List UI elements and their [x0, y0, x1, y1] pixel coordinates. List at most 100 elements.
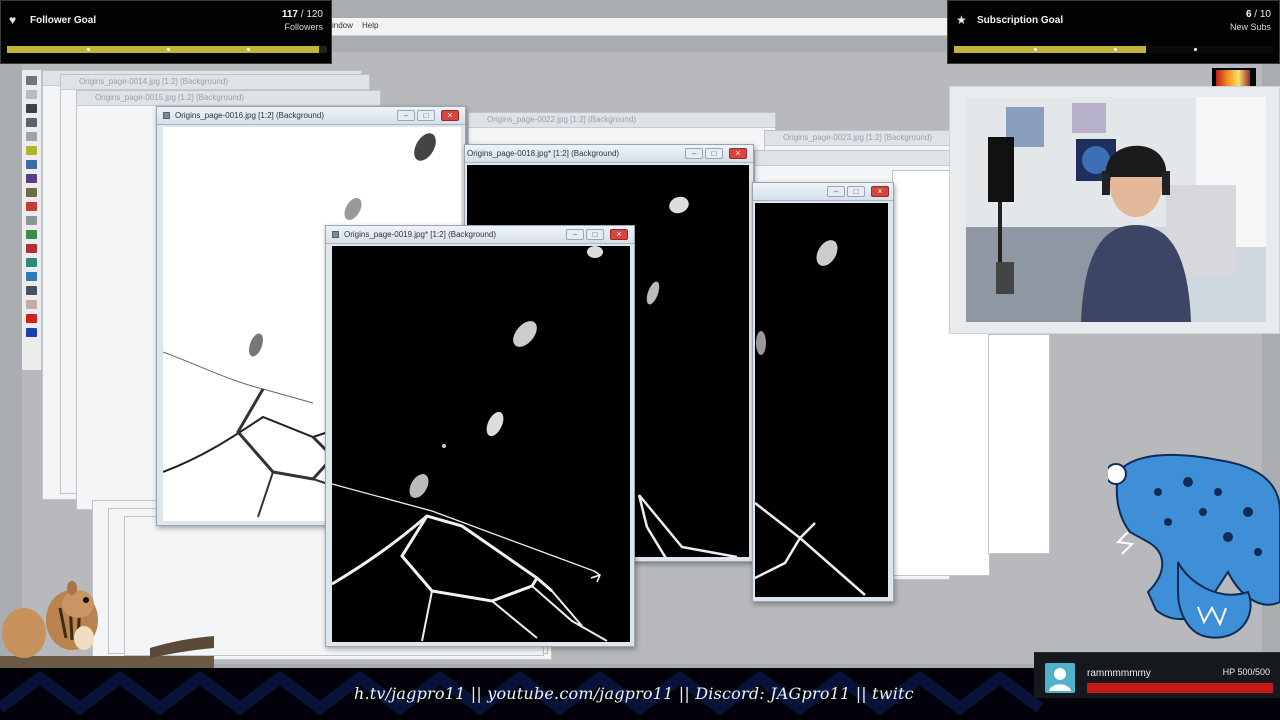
lasso-tool-icon[interactable] [26, 146, 37, 155]
maximize-icon: □ [423, 111, 429, 120]
color-palette[interactable] [1212, 68, 1256, 88]
user-avatar-icon [1045, 663, 1075, 693]
maximize-icon: □ [853, 187, 859, 196]
progress-marker [1034, 48, 1037, 51]
minimize-icon: – [403, 111, 409, 120]
star-icon: ★ [956, 13, 967, 27]
close-button[interactable]: × [441, 110, 459, 121]
minimize-button[interactable]: – [566, 229, 584, 240]
image-canvas[interactable] [332, 246, 630, 642]
webcam-feed [949, 86, 1280, 334]
ghost-window-title: Origins_page-0014.jpg [1:2] (Background) [79, 77, 228, 86]
toolbox [22, 70, 42, 370]
color-replacer-tool-icon[interactable] [26, 258, 37, 267]
progress-marker [1194, 48, 1197, 51]
minimize-icon: – [833, 187, 839, 196]
chipmunk-mascot [0, 581, 214, 670]
foreground-color-icon[interactable] [26, 314, 37, 323]
close-button[interactable]: × [610, 229, 628, 240]
rectangle-tool-icon[interactable] [26, 132, 37, 141]
retouch-tool-icon[interactable] [26, 244, 37, 253]
menu-help[interactable]: Help [362, 21, 378, 30]
marquee-tool-icon[interactable] [26, 90, 37, 99]
follower-goal-unit: Followers [284, 22, 323, 32]
maximize-button[interactable]: □ [586, 229, 604, 240]
progress-marker [247, 48, 250, 51]
ghost-window-title: Origins_page-0015.jpg [1:2] (Background) [95, 93, 244, 102]
clone-tool-icon[interactable] [26, 202, 37, 211]
pencil-tool-icon[interactable] [26, 188, 37, 197]
sketch-page-0019 [332, 246, 608, 642]
menu-window[interactable]: indow [332, 21, 353, 30]
progress-marker [1114, 48, 1117, 51]
sketch-page-right [755, 240, 866, 596]
follower-goal-widget: ♥ Follower Goal 117 / 120 Followers [0, 0, 332, 64]
move-tool-icon[interactable] [26, 118, 37, 127]
subscription-goal-value: 6 / 10 [1246, 9, 1271, 20]
window-title: Origins_page-0019.jpg* [1:2] (Background… [344, 230, 497, 239]
subscription-goal-target: 10 [1259, 9, 1271, 20]
follower-goal-label: Follower Goal [30, 15, 97, 26]
leopard-mascot [1108, 453, 1280, 639]
zoom-tool-icon[interactable] [26, 76, 37, 85]
subscription-goal-progress-fill [954, 46, 1146, 53]
ghost-window[interactable] [988, 334, 1050, 554]
window-titlebar[interactable]: Origins_page-0018.jpg* [1:2] (Background… [465, 145, 753, 163]
minimize-icon: – [572, 230, 578, 239]
subscription-goal-widget: ★ Subscription Goal 6 / 10 New Subs [947, 0, 1280, 64]
eyedropper-tool-icon[interactable] [26, 160, 37, 169]
window-titlebar[interactable]: Origins_page-0019.jpg* [1:2] (Background… [326, 226, 634, 244]
close-icon: × [877, 186, 883, 196]
window-title: Origins_page-0018.jpg* [1:2] (Background… [467, 149, 620, 158]
maximize-icon: □ [711, 149, 717, 158]
subscription-goal-label: Subscription Goal [977, 15, 1064, 26]
minimize-button[interactable]: – [397, 110, 415, 121]
hp-username: rammmmmmy [1087, 668, 1151, 679]
ticker-text: h.tv/jagpro11 || youtube.com/jagpro11 ||… [354, 684, 914, 703]
fill-tool-icon[interactable] [26, 230, 37, 239]
follower-goal-current: 117 [281, 9, 298, 20]
ghost-window-title: Origins_page-0022.jpg [1:2] (Background) [487, 115, 636, 124]
close-icon: × [735, 148, 741, 158]
ghost-window-title: Origins_page-0023.jpg [1:2] (Background) [783, 133, 932, 142]
hp-bar [1087, 683, 1273, 693]
progress-marker [167, 48, 170, 51]
maximize-button[interactable]: □ [847, 186, 865, 197]
follower-goal-value: 117 / 120 [282, 9, 323, 20]
background-color-icon[interactable] [26, 328, 37, 337]
window-titlebar[interactable]: Origins_page-0016.jpg [1:2] (Background)… [157, 107, 465, 125]
close-button[interactable]: × [729, 148, 747, 159]
window-titlebar[interactable]: – □ × [753, 183, 893, 201]
progress-marker [87, 48, 90, 51]
eraser-tool-icon[interactable] [26, 216, 37, 225]
brush-tool-icon[interactable] [26, 174, 37, 183]
minimize-button[interactable]: – [827, 186, 845, 197]
minimize-button[interactable]: – [685, 148, 703, 159]
heart-hand-icon: ♥ [9, 13, 17, 27]
shape-tool-icon[interactable] [26, 286, 37, 295]
close-icon: × [447, 110, 453, 120]
maximize-button[interactable]: □ [705, 148, 723, 159]
menu-bar: indow Help [300, 18, 960, 36]
document-icon [163, 112, 170, 119]
subscription-goal-unit: New Subs [1229, 22, 1271, 32]
maximize-button[interactable]: □ [417, 110, 435, 121]
crop-tool-icon[interactable] [26, 104, 37, 113]
close-button[interactable]: × [871, 186, 889, 197]
follower-goal-progress-track [7, 46, 327, 53]
image-window-page-0019[interactable]: Origins_page-0019.jpg* [1:2] (Background… [325, 225, 635, 647]
maximize-icon: □ [592, 230, 598, 239]
text-tool-icon[interactable] [26, 272, 37, 281]
subscription-goal-separator: / [1251, 9, 1260, 20]
window-title: Origins_page-0016.jpg [1:2] (Background) [175, 111, 324, 120]
minimize-icon: – [691, 149, 697, 158]
subscription-goal-progress-track [954, 46, 1274, 53]
pen-tool-icon[interactable] [26, 300, 37, 309]
image-canvas[interactable] [755, 203, 888, 597]
follower-goal-target: 120 [306, 9, 323, 20]
hp-value: HP 500/500 [1222, 667, 1270, 677]
document-icon [332, 231, 339, 238]
close-icon: × [616, 229, 622, 239]
image-window-right[interactable]: – □ × [752, 182, 894, 602]
viewer-hp-widget: rammmmmmy HP 500/500 [1034, 652, 1280, 698]
